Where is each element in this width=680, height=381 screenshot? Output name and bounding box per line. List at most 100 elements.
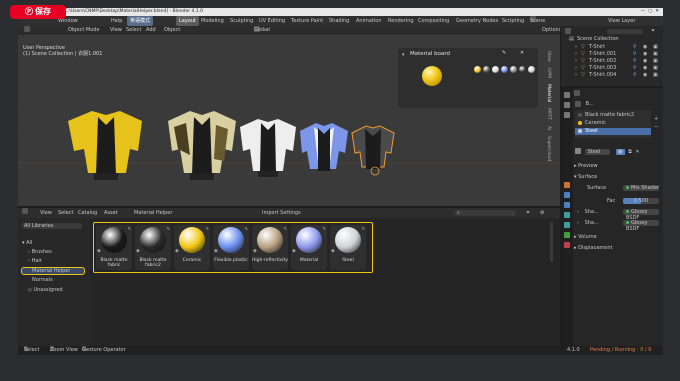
menu-select[interactable]: Select [126, 26, 141, 35]
mode-dropdown[interactable]: Object Mode [68, 26, 100, 35]
tab-scripting[interactable]: Scripting [502, 16, 524, 26]
menu-catalog[interactable]: Catalog [78, 208, 97, 218]
shader-row-1-dropdown[interactable]: Glossy BSDF [623, 209, 659, 221]
material-slot-list[interactable]: Black matte fabric2 Ceramic Steel [575, 110, 651, 138]
render-tab-icon[interactable] [564, 102, 570, 108]
material-slot[interactable]: Steel [575, 128, 651, 135]
language-toggle-button[interactable]: 英语模式 [127, 16, 154, 26]
side-tab-upm[interactable]: UPM [546, 68, 551, 78]
window-controls[interactable]: — ▢ ✕ [641, 8, 659, 16]
surface-shader-dropdown[interactable]: Mix Shader [623, 185, 659, 191]
outliner-item[interactable]: › ▽ T-Shirt.001 ⚲ ◉ ▣ [561, 51, 663, 57]
tab-layout[interactable]: Layout [176, 16, 199, 26]
remove-slot-button[interactable]: − [654, 124, 658, 130]
settings-icon[interactable]: ⚙ [540, 208, 544, 218]
tab-uv-editing[interactable]: UV Editing [259, 16, 285, 26]
tool-tab-icon[interactable] [564, 92, 570, 98]
data-tab-icon[interactable] [564, 232, 570, 238]
filter-icon[interactable]: ⏷ [526, 208, 530, 218]
material-swatch-icon[interactable] [519, 66, 526, 73]
asset-thumbnail[interactable]: ◈ ✎ Flexible plastic [213, 225, 249, 270]
asset-thumbnail[interactable]: ◈ ✎ Steel [330, 225, 366, 270]
material-swatch-icon[interactable] [510, 66, 517, 73]
library-name[interactable]: Material Helper [134, 208, 172, 218]
eye-icon[interactable]: ◉ [643, 51, 647, 57]
tab-texture-paint[interactable]: Texture Paint [291, 16, 323, 26]
filter-icon[interactable]: ⏷ [651, 28, 655, 34]
asset-thumbnail[interactable]: ◈ ✎ Material [291, 225, 327, 270]
material-swatch-icon[interactable] [474, 66, 481, 73]
outliner-item[interactable]: › ▽ T-Shirt ⚲ ◉ ▣ [561, 44, 663, 50]
asset-scrollbar[interactable] [550, 222, 553, 262]
outliner-item[interactable]: › ▽ T-Shirt.004 ⚲ ◉ ▣ [561, 72, 663, 78]
editor-type-icon[interactable] [574, 90, 580, 96]
eye-icon[interactable]: ◉ [643, 44, 647, 50]
eye-icon[interactable]: ◉ [643, 58, 647, 64]
menu-select[interactable]: Select [58, 208, 73, 218]
fac-slider[interactable]: 0.500 [623, 198, 659, 204]
camera-icon[interactable]: ▣ [653, 72, 658, 78]
camera-icon[interactable]: ▣ [653, 65, 658, 71]
tab-geometry-nodes[interactable]: Geometry Nodes [456, 16, 498, 26]
outliner-item[interactable]: › ▽ T-Shirt.003 ⚲ ◉ ▣ [561, 65, 663, 71]
modifier-tab-icon[interactable] [564, 192, 570, 198]
catalog-brushes[interactable]: › Brushes [28, 249, 52, 255]
output-tab-icon[interactable] [564, 112, 570, 118]
tab-shading[interactable]: Shading [329, 16, 349, 26]
material-slot[interactable]: Black matte fabric2 [575, 112, 651, 119]
tab-modeling[interactable]: Modeling [201, 16, 224, 26]
shader-row-1[interactable]: › Sha... [577, 209, 599, 215]
catalog-normals[interactable]: Normals [32, 277, 53, 283]
side-tab-material[interactable]: Material [546, 84, 551, 102]
displacement-section[interactable]: ▸ Displacement [574, 245, 612, 251]
catalog-hair[interactable]: › Hair [28, 258, 42, 264]
asset-thumbnail[interactable]: ◈ ✎ Black matte fabric2 [135, 225, 171, 270]
particles-tab-icon[interactable] [564, 202, 570, 208]
3d-viewport[interactable]: Object Mode View Select Add Object Globa… [18, 26, 560, 206]
side-tab-ai[interactable]: AI [546, 126, 551, 130]
asset-search-input[interactable]: ⌕ [454, 210, 516, 216]
material-swatch-icon[interactable] [483, 66, 490, 73]
asset-thumbnail[interactable]: ◈ ✎ Ceramic [174, 225, 210, 270]
catalog-unassigned[interactable]: ◇ Unassigned [28, 287, 63, 293]
outliner-search-field[interactable] [607, 28, 643, 34]
eyedropper-icon[interactable]: ✎ [502, 50, 506, 56]
preview-section[interactable]: ▸ Preview [574, 163, 598, 169]
object-tab-icon[interactable] [564, 182, 570, 188]
surface-section[interactable]: ▾ Surface [574, 174, 597, 180]
jacket-camo[interactable] [168, 111, 236, 180]
volume-section[interactable]: ▸ Volume [574, 234, 597, 240]
material-slot[interactable]: Ceramic [575, 120, 651, 127]
material-swatch-icon[interactable] [492, 66, 499, 73]
camera-icon[interactable]: ▣ [653, 51, 658, 57]
constraints-tab-icon[interactable] [564, 222, 570, 228]
close-icon[interactable]: ✕ [520, 50, 524, 56]
menu-object[interactable]: Object [164, 26, 180, 35]
eye-icon[interactable]: ◉ [643, 72, 647, 78]
jacket-yellow[interactable] [68, 111, 142, 180]
import-settings-dropdown[interactable]: Import Settings [262, 208, 301, 218]
jacket-blue-white[interactable] [300, 123, 348, 171]
catalog-all[interactable]: ▾ All [22, 240, 32, 246]
copy-icon[interactable]: ⧉ [628, 149, 632, 155]
asset-thumbnail[interactable]: ◈ ✎ High-reflectivity [252, 225, 288, 270]
side-tab-supercloud[interactable]: Supercloud [546, 136, 551, 161]
menu-view[interactable]: View [40, 208, 52, 218]
jacket-white[interactable] [240, 119, 296, 177]
material-selector[interactable]: Steel ▣ ⧉ ✕ [575, 148, 661, 155]
tab-animation[interactable]: Animation [356, 16, 382, 26]
catalog-material-helper[interactable]: Material Helper [21, 267, 85, 275]
outliner[interactable]: ⏷ ▤ Scene Collection › ▽ T-Shirt ⚲ ◉ ▣ › ▽ T-Shi… [561, 26, 663, 86]
library-dropdown[interactable]: All Libraries [22, 223, 82, 229]
outliner-scene-collection[interactable]: ▤ Scene Collection [561, 36, 663, 42]
eye-icon[interactable]: ◉ [643, 65, 647, 71]
shield-icon[interactable]: ▣ [615, 148, 625, 155]
tab-sculpting[interactable]: Sculpting [230, 16, 253, 26]
asset-thumbnail[interactable]: ◈ ✎ Black matte fabric [96, 225, 132, 270]
menu-add[interactable]: Add [146, 26, 156, 35]
material-tab-icon[interactable] [564, 242, 570, 248]
material-swatch-icon[interactable] [501, 66, 508, 73]
physics-tab-icon[interactable] [564, 212, 570, 218]
shader-row-2[interactable]: › Sha... [577, 220, 599, 226]
add-slot-button[interactable]: + [654, 116, 658, 122]
